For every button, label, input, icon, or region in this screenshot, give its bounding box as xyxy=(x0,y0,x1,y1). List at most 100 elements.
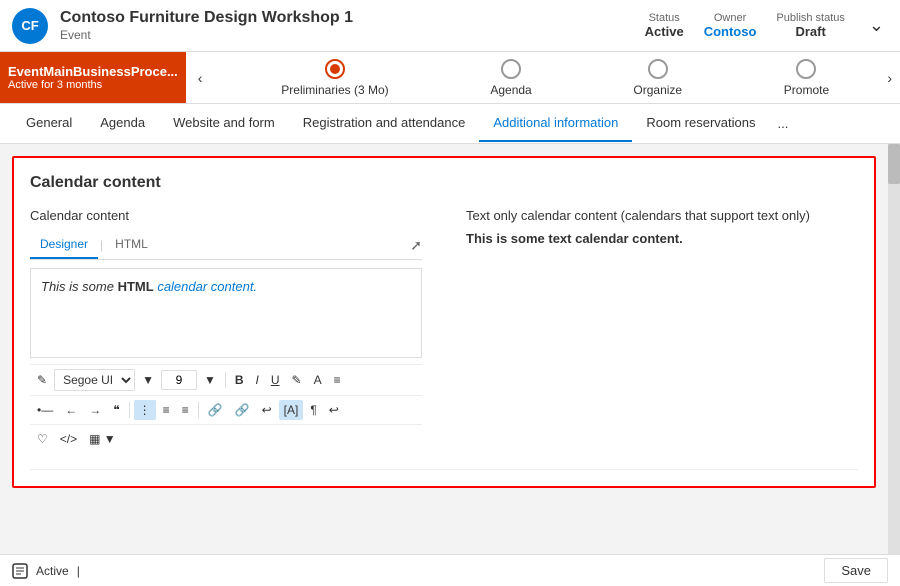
editor-text-bold: HTML xyxy=(118,279,154,294)
toolbar-indent-decrease[interactable]: ← xyxy=(60,400,82,420)
toolbar-list-format-button[interactable]: ≡ xyxy=(329,370,346,390)
toolbar-paragraph-mark[interactable]: ¶ xyxy=(305,400,321,420)
stage-circle-1 xyxy=(501,59,521,79)
toolbar-insert-link[interactable]: 🔗 xyxy=(203,400,228,420)
toolbar-align-right[interactable]: ≡ xyxy=(177,400,194,420)
editor-tab-designer[interactable]: Designer xyxy=(30,231,98,259)
left-column: Calendar content Designer | HTML ➚ This … xyxy=(30,208,422,453)
footer-left: Active | xyxy=(12,563,80,579)
text-only-content: This is some text calendar content. xyxy=(466,231,858,246)
card-divider xyxy=(30,469,858,470)
scrollbar[interactable] xyxy=(888,144,900,554)
event-title: Contoso Furniture Design Workshop 1 xyxy=(60,9,645,27)
footer-status: Active xyxy=(36,564,69,578)
tab-additional-info[interactable]: Additional information xyxy=(479,105,632,142)
stage-item-3[interactable]: Promote xyxy=(784,59,829,97)
toolbar-align-left[interactable]: ⋮ xyxy=(134,400,156,420)
content-area: Calendar content Calendar content Design… xyxy=(0,144,900,554)
card-body: Calendar content Designer | HTML ➚ This … xyxy=(30,208,858,453)
toolbar-blockquote[interactable]: ❝ xyxy=(108,400,124,420)
tab-agenda[interactable]: Agenda xyxy=(86,105,159,142)
stage-item-2[interactable]: Organize xyxy=(633,59,682,97)
toolbar-undo[interactable]: ↩ xyxy=(324,400,344,420)
calendar-content-card: Calendar content Calendar content Design… xyxy=(12,156,876,488)
toolbar-heart-btn[interactable]: ♡ xyxy=(32,429,53,449)
editor-content-area[interactable]: This is some HTML calendar content. xyxy=(30,268,422,358)
owner-block: Owner Contoso xyxy=(704,12,757,39)
toolbar-separator-1 xyxy=(225,372,226,388)
toolbar-separator-2 xyxy=(129,402,130,418)
toolbar-highlight-button[interactable]: ✎ xyxy=(287,370,307,390)
editor-expand-button[interactable]: ➚ xyxy=(410,237,422,254)
header-status-area: Status Active Owner Contoso Publish stat… xyxy=(645,11,888,40)
stage-circle-3 xyxy=(796,59,816,79)
stage-next-button[interactable]: › xyxy=(879,66,900,90)
current-stage-text: EventMainBusinessProce... Active for 3 m… xyxy=(8,64,178,91)
header-title-block: Contoso Furniture Design Workshop 1 Even… xyxy=(60,9,645,42)
right-column: Text only calendar content (calendars th… xyxy=(446,208,858,453)
stage-circle-2 xyxy=(648,59,668,79)
calendar-content-label: Calendar content xyxy=(30,208,422,223)
toolbar-bold-button[interactable]: B xyxy=(230,370,249,390)
current-stage[interactable]: EventMainBusinessProce... Active for 3 m… xyxy=(0,52,186,103)
toolbar-indent-increase[interactable]: → xyxy=(84,400,106,420)
publish-value: Draft xyxy=(776,24,844,39)
header-expand-button[interactable]: ⌄ xyxy=(865,11,888,40)
save-button[interactable]: Save xyxy=(824,558,888,583)
app-header: CF Contoso Furniture Design Workshop 1 E… xyxy=(0,0,900,52)
editor-tab-separator: | xyxy=(98,238,105,252)
editor-text-italic: This is some HTML calendar content. xyxy=(41,279,257,294)
toolbar-row-3: ♡ </> ▦ ▼ xyxy=(30,424,422,453)
stage-label-3: Promote xyxy=(784,83,829,97)
owner-value[interactable]: Contoso xyxy=(704,24,757,39)
toolbar-special-char[interactable]: [A] xyxy=(279,400,304,420)
stage-prev-button[interactable]: ‹ xyxy=(190,66,211,90)
toolbar-font-dropdown[interactable]: ▼ xyxy=(137,370,159,390)
stage-bar: EventMainBusinessProce... Active for 3 m… xyxy=(0,52,900,104)
avatar: CF xyxy=(12,8,48,44)
tab-website-form[interactable]: Website and form xyxy=(159,105,289,142)
tab-registration[interactable]: Registration and attendance xyxy=(289,105,480,142)
status-label: Status xyxy=(645,12,684,24)
tab-general[interactable]: General xyxy=(12,105,86,142)
stage-label-1: Agenda xyxy=(490,83,531,97)
toolbar-font-color-button[interactable]: A xyxy=(309,370,327,390)
toolbar-row-1: ✎ Segoe UI ▼ ▼ B I U ✎ A ≡ xyxy=(30,364,422,395)
owner-label: Owner xyxy=(704,12,757,24)
toolbar-unordered-list[interactable]: •— xyxy=(32,400,58,420)
stage-label-2: Organize xyxy=(633,83,682,97)
text-only-label: Text only calendar content (calendars th… xyxy=(466,208,858,223)
toolbar-separator-3 xyxy=(198,402,199,418)
tab-more-button[interactable]: ... xyxy=(769,106,796,141)
stage-item-0[interactable]: Preliminaries (3 Mo) xyxy=(281,59,388,97)
toolbar-font-select[interactable]: Segoe UI xyxy=(54,369,135,391)
scroll-thumb[interactable] xyxy=(888,144,900,184)
status-block: Status Active xyxy=(645,12,684,39)
toolbar-format-button[interactable]: ✎ xyxy=(32,370,52,390)
toolbar-align-center[interactable]: ≡ xyxy=(158,400,175,420)
editor-tab-html[interactable]: HTML xyxy=(105,231,158,259)
toolbar-italic-button[interactable]: I xyxy=(251,370,264,390)
tab-room-reservations[interactable]: Room reservations xyxy=(632,105,769,142)
toolbar-size-dropdown[interactable]: ▼ xyxy=(199,370,221,390)
toolbar-remove-link[interactable]: 🔗 xyxy=(230,400,255,420)
toolbar-source-btn[interactable]: </> xyxy=(55,429,82,449)
footer-separator: | xyxy=(77,564,80,578)
toolbar-row-2: •— ← → ❝ ⋮ ≡ ≡ 🔗 🔗 ↩ [A] ¶ ↩ xyxy=(30,395,422,424)
tab-bar: General Agenda Website and form Registra… xyxy=(0,104,900,144)
toolbar-link-type[interactable]: ↩ xyxy=(257,400,277,420)
toolbar-table-btn[interactable]: ▦ ▼ xyxy=(84,429,121,449)
stage-label-0: Preliminaries (3 Mo) xyxy=(281,83,388,97)
stage-item-1[interactable]: Agenda xyxy=(490,59,531,97)
card-title: Calendar content xyxy=(30,174,858,192)
current-stage-name: EventMainBusinessProce... xyxy=(8,64,178,79)
footer: Active | Save xyxy=(0,554,900,586)
status-icon xyxy=(12,563,28,579)
editor-tab-bar: Designer | HTML ➚ xyxy=(30,231,422,260)
publish-label: Publish status xyxy=(776,12,844,24)
toolbar-underline-button[interactable]: U xyxy=(266,370,285,390)
toolbar-font-size[interactable] xyxy=(161,370,197,390)
editor-link[interactable]: calendar content. xyxy=(157,279,257,294)
stage-circle-0 xyxy=(325,59,345,79)
stage-list: Preliminaries (3 Mo) Agenda Organize Pro… xyxy=(210,59,900,97)
